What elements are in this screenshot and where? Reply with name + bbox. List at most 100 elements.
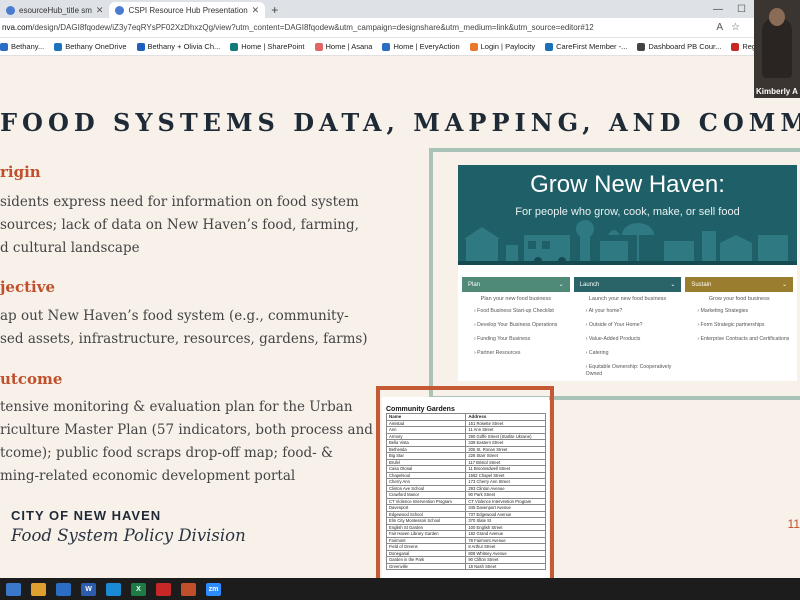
bookmark-item[interactable]: Dashboard PB Cour... bbox=[637, 42, 721, 51]
bookmark-label: Dashboard PB Cour... bbox=[648, 42, 722, 51]
close-icon[interactable]: ✕ bbox=[252, 5, 260, 16]
taskbar-app-icon[interactable]: zm bbox=[206, 582, 221, 596]
grow-link-label: Equitable Ownership: Cooperatively Owned bbox=[585, 364, 672, 377]
taskbar-app-icon[interactable] bbox=[56, 582, 71, 596]
slide-page-number: 11 bbox=[787, 517, 800, 531]
bookmark-label: Home | SharePoint bbox=[241, 42, 305, 51]
bookmark-item[interactable]: Home | EveryAction bbox=[382, 42, 460, 51]
url-text[interactable]: nva.com/design/DAGI8fqodew/iZ3y7eqRYsPF0… bbox=[0, 23, 716, 32]
section-heading-objective: jective bbox=[0, 278, 55, 296]
bookmark-favicon-icon bbox=[0, 42, 8, 51]
grow-link-label: Partner Resources bbox=[477, 350, 521, 356]
maximize-icon[interactable]: ☐ bbox=[737, 4, 746, 15]
body-line: sources; lack of data on New Haven’s foo… bbox=[0, 217, 359, 233]
body-line: tensive monitoring & evaluation plan for… bbox=[0, 399, 353, 415]
bookmark-favicon-icon bbox=[469, 42, 478, 51]
grow-link-label: Value-Added Products bbox=[588, 336, 641, 342]
grow-link-item[interactable]: › Partner Resources bbox=[474, 350, 570, 357]
chevron-down-icon: ⌄ bbox=[781, 282, 788, 288]
grow-link-item[interactable]: › Outside of Your Home? bbox=[586, 322, 682, 329]
grow-column: Plan ⌄ Plan your new food business › Food B… bbox=[462, 277, 570, 385]
section-heading-origin: rigin bbox=[0, 163, 41, 181]
new-tab-icon[interactable]: + bbox=[265, 2, 284, 18]
grow-link-label: Develop Your Business Operations bbox=[477, 322, 558, 328]
bookmark-item[interactable]: Bethany... bbox=[0, 42, 44, 51]
bookmark-item[interactable]: Bethany + Olivia Ch... bbox=[136, 42, 221, 51]
grow-column-header[interactable]: Sustain ⌄ bbox=[685, 277, 794, 292]
address-bar[interactable]: nva.com/design/DAGI8fqodew/iZ3y7eqRYsPF0… bbox=[0, 18, 800, 38]
minimize-icon[interactable]: — bbox=[713, 4, 723, 15]
grow-link-item[interactable]: › At your home? bbox=[586, 308, 682, 315]
taskbar-app-icon[interactable] bbox=[181, 582, 196, 596]
grow-link-item[interactable]: › Form Strategic partnerships bbox=[697, 322, 793, 329]
body-line: d cultural landscape bbox=[0, 240, 140, 256]
participant-name: Kimberly A bbox=[756, 87, 798, 96]
bookmark-favicon-icon bbox=[637, 42, 646, 51]
city-name: CITY OF NEW HAVEN bbox=[11, 508, 162, 523]
webcam-tile[interactable]: Kimberly A bbox=[754, 0, 800, 98]
table-row: Greenville 18 Nash Street bbox=[385, 562, 546, 570]
grow-link-item[interactable]: › Develop Your Business Operations bbox=[474, 322, 570, 329]
tab-label: CSPI Resource Hub Presentation bbox=[128, 5, 248, 15]
bookmark-item[interactable]: CareFirst Member -... bbox=[545, 42, 627, 51]
close-icon[interactable]: ✕ bbox=[96, 5, 104, 16]
grow-link-label: Marketing Strategies bbox=[700, 308, 749, 314]
grow-link-item[interactable]: › Value-Added Products bbox=[586, 336, 682, 343]
bookmark-label: Bethany... bbox=[11, 42, 45, 51]
bookmark-favicon-icon bbox=[314, 42, 323, 51]
bookmark-label: Bethany OneDrive bbox=[65, 42, 127, 51]
browser-tab-active[interactable]: CSPI Resource Hub Presentation ✕ bbox=[109, 2, 266, 18]
grow-link-label: Form Strategic partnerships bbox=[700, 322, 765, 328]
grow-column-subtitle: Launch your new food business bbox=[588, 296, 667, 302]
bookmark-item[interactable]: Bethany OneDrive bbox=[54, 42, 127, 51]
section-body-origin: sidents express need for information on … bbox=[0, 191, 359, 260]
bookmarks-bar: Bethany... Bethany OneDrive Bethany + Oliv… bbox=[0, 38, 800, 56]
bookmark-favicon-icon bbox=[731, 42, 740, 51]
read-aloud-icon[interactable]: A bbox=[716, 22, 723, 33]
tab-favicon-icon bbox=[6, 5, 15, 15]
bookmark-label: Bethany + Olivia Ch... bbox=[147, 42, 221, 51]
taskbar-app-icon[interactable] bbox=[106, 582, 121, 596]
division-name: Food System Policy Division bbox=[11, 526, 246, 545]
grow-link-item[interactable]: › Equitable Ownership: Cooperatively Own… bbox=[586, 364, 682, 378]
gardens-title: Community Gardens bbox=[386, 406, 455, 413]
chevron-down-icon: ⌄ bbox=[670, 282, 676, 288]
taskbar-app-icon[interactable] bbox=[6, 582, 21, 596]
grow-link-label: Food Business Start-up Checklist bbox=[477, 308, 554, 314]
bookmark-item[interactable]: Login | Paylocity bbox=[469, 42, 535, 51]
url-path: /design/DAGI8fqodew/iZ3y7eqRYsPF02XzDhxz… bbox=[32, 23, 594, 32]
grow-column-header[interactable]: Launch ⌄ bbox=[573, 277, 682, 292]
bookmark-item[interactable]: Home | SharePoint bbox=[230, 42, 305, 51]
taskbar: W Xzm bbox=[0, 578, 800, 600]
grow-link-label: Funding Your Business bbox=[477, 336, 531, 342]
grow-link-item[interactable]: › Marketing Strategies bbox=[697, 308, 793, 315]
grow-link-item[interactable]: › Catering bbox=[586, 350, 682, 357]
browser-tab[interactable]: esourceHub_title sm ✕ bbox=[0, 2, 109, 18]
favorite-star-icon[interactable]: ☆ bbox=[731, 22, 740, 33]
community-gardens-document: Community Gardens Name Address Amistad 15… bbox=[382, 397, 549, 578]
chevron-down-icon: ⌄ bbox=[558, 282, 564, 288]
grow-link-label: Catering bbox=[588, 350, 609, 356]
grow-columns: Plan ⌄ Plan your new food business › Food B… bbox=[462, 277, 794, 385]
taskbar-app-icon[interactable] bbox=[156, 582, 171, 596]
grow-column: Sustain ⌄ Grow your food business › Marketi… bbox=[685, 277, 794, 385]
bookmark-label: Home | Asana bbox=[325, 42, 373, 51]
body-line: ap out New Haven’s food system (e.g., co… bbox=[0, 308, 349, 324]
grow-column-label: Launch bbox=[579, 281, 600, 288]
gardens-table: Name Address Amistad 151 Rosette Street An… bbox=[385, 413, 546, 570]
grow-link-item[interactable]: › Food Business Start-up Checklist bbox=[474, 308, 570, 315]
taskbar-app-icon[interactable] bbox=[31, 582, 46, 596]
garden-address-cell: 18 Nash Street bbox=[465, 562, 546, 570]
slide-title: FOOD SYSTEMS DATA, MAPPING, AND COMMS bbox=[0, 108, 800, 137]
grow-new-haven-screenshot: Grow New Haven: For people who grow, coo… bbox=[458, 165, 797, 381]
grow-link-item[interactable]: › Funding Your Business bbox=[474, 336, 570, 343]
section-body-outcome: tensive monitoring & evaluation plan for… bbox=[0, 396, 373, 488]
bookmark-label: CareFirst Member -... bbox=[556, 42, 628, 51]
grow-link-label: Enterprise Contracts and Certifications bbox=[700, 336, 790, 342]
taskbar-app-icon[interactable]: X bbox=[131, 582, 146, 596]
taskbar-app-icon[interactable]: W bbox=[81, 582, 96, 596]
grow-link-item[interactable]: › Enterprise Contracts and Certification… bbox=[697, 336, 793, 343]
grow-column-header[interactable]: Plan ⌄ bbox=[462, 277, 570, 292]
bookmark-favicon-icon bbox=[382, 42, 391, 51]
bookmark-item[interactable]: Home | Asana bbox=[314, 42, 373, 51]
